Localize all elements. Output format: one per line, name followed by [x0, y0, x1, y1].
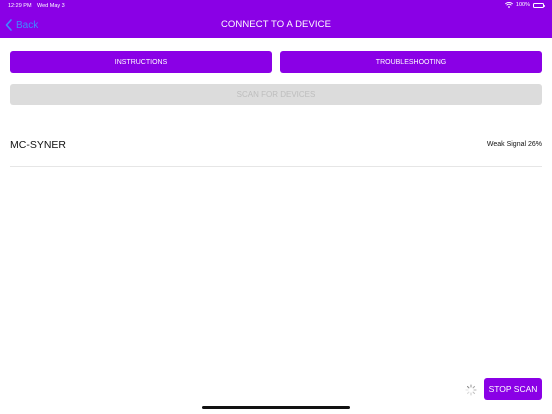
- wifi-icon: [504, 2, 513, 8]
- stop-scan-button[interactable]: STOP SCAN: [484, 378, 542, 400]
- device-signal-strength: Weak Signal 26%: [486, 141, 542, 148]
- battery-icon: [533, 2, 545, 8]
- scan-for-devices-button[interactable]: SCAN FOR DEVICES: [10, 84, 542, 105]
- device-list-item[interactable]: MC-SYNER Weak Signal 26%: [10, 130, 542, 167]
- status-bar: 12:29 PM Wed May 3 100%: [0, 0, 552, 12]
- troubleshooting-button[interactable]: TROUBLESHOOTING: [280, 51, 542, 73]
- page-title: CONNECT TO A DEVICE: [220, 19, 332, 30]
- home-indicator[interactable]: [202, 406, 350, 409]
- instructions-button[interactable]: INSTRUCTIONS: [10, 51, 272, 73]
- nav-header: 12:29 PM Wed May 3 100% Back CONNECT TO …: [0, 0, 552, 38]
- status-indicators: 100%: [504, 2, 545, 8]
- status-time: 12:29 PM: [8, 3, 32, 9]
- device-name: MC-SYNER: [10, 139, 67, 151]
- loading-spinner-icon: [465, 383, 477, 396]
- status-date: Wed May 3: [37, 3, 65, 9]
- battery-percent: 100%: [515, 2, 530, 8]
